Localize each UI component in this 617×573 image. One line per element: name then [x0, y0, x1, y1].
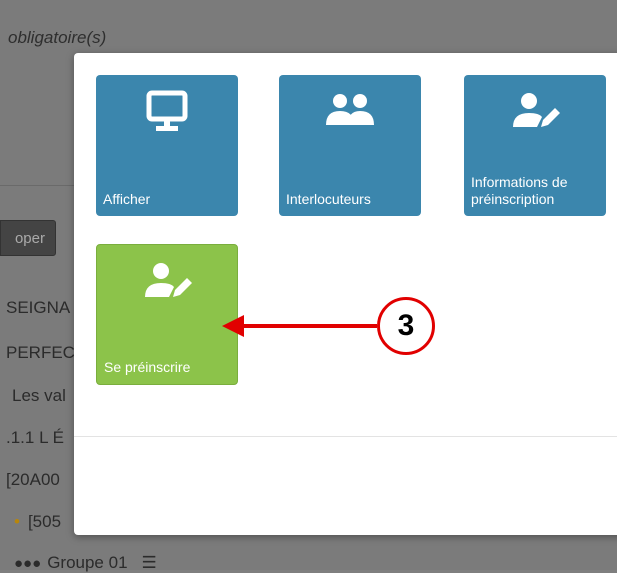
- annotation-arrow: [222, 315, 377, 337]
- step-number-badge: 3: [377, 297, 435, 355]
